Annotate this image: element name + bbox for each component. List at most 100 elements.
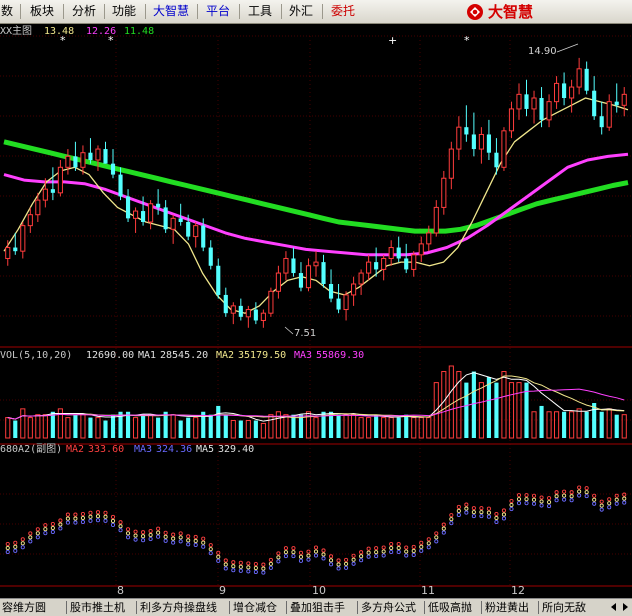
indicator-dot-ma5 — [411, 548, 416, 553]
tab-separator — [357, 601, 358, 614]
indicator-dot-ma2 — [20, 537, 25, 542]
indicator-dot-ma5 — [291, 550, 296, 555]
tab-low-high[interactable]: 低吸高抛 — [428, 599, 472, 616]
volume-bar — [313, 417, 319, 439]
indicator-dot-ma3 — [374, 554, 379, 559]
indicator-dot-ma5 — [516, 497, 522, 502]
event-plus-icon[interactable]: + — [388, 34, 397, 47]
indicator-dot-ma5 — [223, 562, 228, 567]
tab-separator — [481, 601, 482, 614]
tab-position[interactable]: 增仓减仓 — [233, 599, 277, 616]
tab-pink-yellow[interactable]: 粉进黄出 — [485, 599, 529, 616]
volume-bar — [464, 382, 469, 438]
indicator-dot-ma5 — [253, 565, 258, 571]
indicator-dot-ma5 — [283, 550, 288, 555]
indicator-ma5-value: 329.40 — [218, 444, 254, 455]
menu-item-trade[interactable]: 委托 — [331, 0, 355, 23]
candle-body — [343, 294, 349, 311]
volume-bar — [156, 417, 161, 438]
indicator-dots — [5, 485, 627, 575]
indicator-panel-title: 680A2(副图) — [0, 443, 62, 455]
indicator-dot-ma3 — [524, 501, 529, 506]
event-star-icon[interactable]: * — [464, 34, 470, 47]
menu-separator — [145, 4, 146, 19]
indicator-dot-ma2 — [516, 493, 522, 498]
indicator-dot-ma2 — [396, 541, 401, 547]
menu-item-sectors[interactable]: 板块 — [30, 0, 54, 23]
candle-body — [80, 152, 86, 168]
indicator-dot-ma3 — [359, 558, 364, 563]
indicator-dot-ma3 — [156, 534, 161, 539]
menu-item-data[interactable]: 数 — [1, 0, 13, 23]
tab-rongwei[interactable]: 容维方圆 — [2, 599, 46, 616]
indicator-dot-ma2 — [58, 518, 63, 523]
indicator-dot-ma3 — [133, 537, 138, 542]
stock-chart[interactable]: XX主图 13.48 12.26 11.48 * * + * 14.90 7.5… — [0, 24, 632, 598]
volume-bar — [260, 422, 266, 439]
indicator-dot-ma3 — [20, 545, 25, 550]
scroll-right-icon[interactable] — [621, 602, 630, 612]
indicator-dot-ma2 — [193, 534, 198, 539]
tab-ark-line[interactable]: 利多方舟操盘线 — [140, 599, 217, 616]
indicator-dot-ma3 — [246, 569, 251, 574]
menu-item-analysis[interactable]: 分析 — [72, 0, 96, 23]
candle-body — [230, 305, 236, 314]
indicator-dot-ma3 — [531, 501, 537, 506]
volume-bar — [546, 411, 552, 439]
tab-bulldozer[interactable]: 股市推土机 — [70, 599, 125, 616]
indicator-dot-ma5 — [501, 512, 507, 517]
candle-body — [65, 155, 71, 168]
volume-bar — [569, 411, 575, 439]
menu-item-functions[interactable]: 功能 — [112, 0, 136, 23]
low-price-label: 7.51 — [294, 328, 316, 339]
volume-bar — [193, 417, 199, 439]
indicator-dot-ma2 — [599, 499, 604, 504]
indicator-dot-ma2 — [110, 514, 116, 519]
high-price-pointer — [556, 43, 579, 53]
indicator-dot-ma2 — [231, 560, 236, 565]
volume-bar — [95, 417, 101, 439]
tab-ark-formula[interactable]: 多方舟公式 — [361, 599, 416, 616]
menu-item-platform[interactable]: 平台 — [206, 0, 230, 23]
indicator-dot-ma3 — [501, 516, 507, 521]
indicator-dot-ma3 — [141, 538, 146, 543]
indicator-ma3-label: MA3 — [134, 444, 152, 455]
indicator-dot-ma3 — [516, 501, 522, 506]
tab-sniper[interactable]: 叠加狙击手 — [290, 599, 345, 616]
menu-item-forex[interactable]: 外汇 — [289, 0, 313, 23]
indicator-dot-ma3 — [456, 512, 461, 517]
menu-item-dazhihui[interactable]: 大智慧 — [153, 0, 189, 23]
indicator-dot-ma3 — [554, 498, 559, 503]
indicator-dot-ma2 — [125, 527, 131, 532]
candle-body — [110, 163, 116, 175]
indicator-dot-ma3 — [43, 531, 48, 536]
indicator-dot-ma3 — [449, 521, 454, 526]
indicator-dot-ma5 — [306, 553, 311, 558]
candle-body — [554, 82, 560, 103]
candle-body — [494, 152, 499, 168]
candle-body — [531, 97, 537, 110]
indicator-dot-ma2 — [359, 550, 364, 555]
candle-body — [95, 148, 101, 161]
candle-body — [193, 225, 199, 238]
volume-bar — [606, 408, 612, 439]
menu-separator — [322, 4, 323, 19]
event-star-icon[interactable]: * — [60, 34, 66, 47]
indicator-dot-ma5 — [186, 538, 191, 543]
indicator-dot-ma5 — [88, 514, 93, 519]
volume-bar — [441, 371, 447, 439]
candle-body — [170, 217, 176, 230]
scroll-left-icon[interactable] — [609, 602, 618, 612]
tab-invincible[interactable]: 所向无敌 — [542, 599, 586, 616]
volume-bar — [621, 414, 627, 439]
indicator-dot-ma2 — [328, 554, 334, 559]
indicator-dot-ma2 — [486, 506, 491, 511]
indicator-dot-ma2 — [584, 486, 589, 491]
candle-body — [178, 218, 183, 222]
low-price-pointer — [284, 326, 294, 335]
volume-value: 12690.00 — [86, 350, 134, 361]
menu-item-tools[interactable]: 工具 — [248, 0, 272, 23]
candle-body — [13, 247, 18, 252]
indicator-dot-ma3 — [381, 553, 386, 558]
event-star-icon[interactable]: * — [108, 34, 114, 47]
